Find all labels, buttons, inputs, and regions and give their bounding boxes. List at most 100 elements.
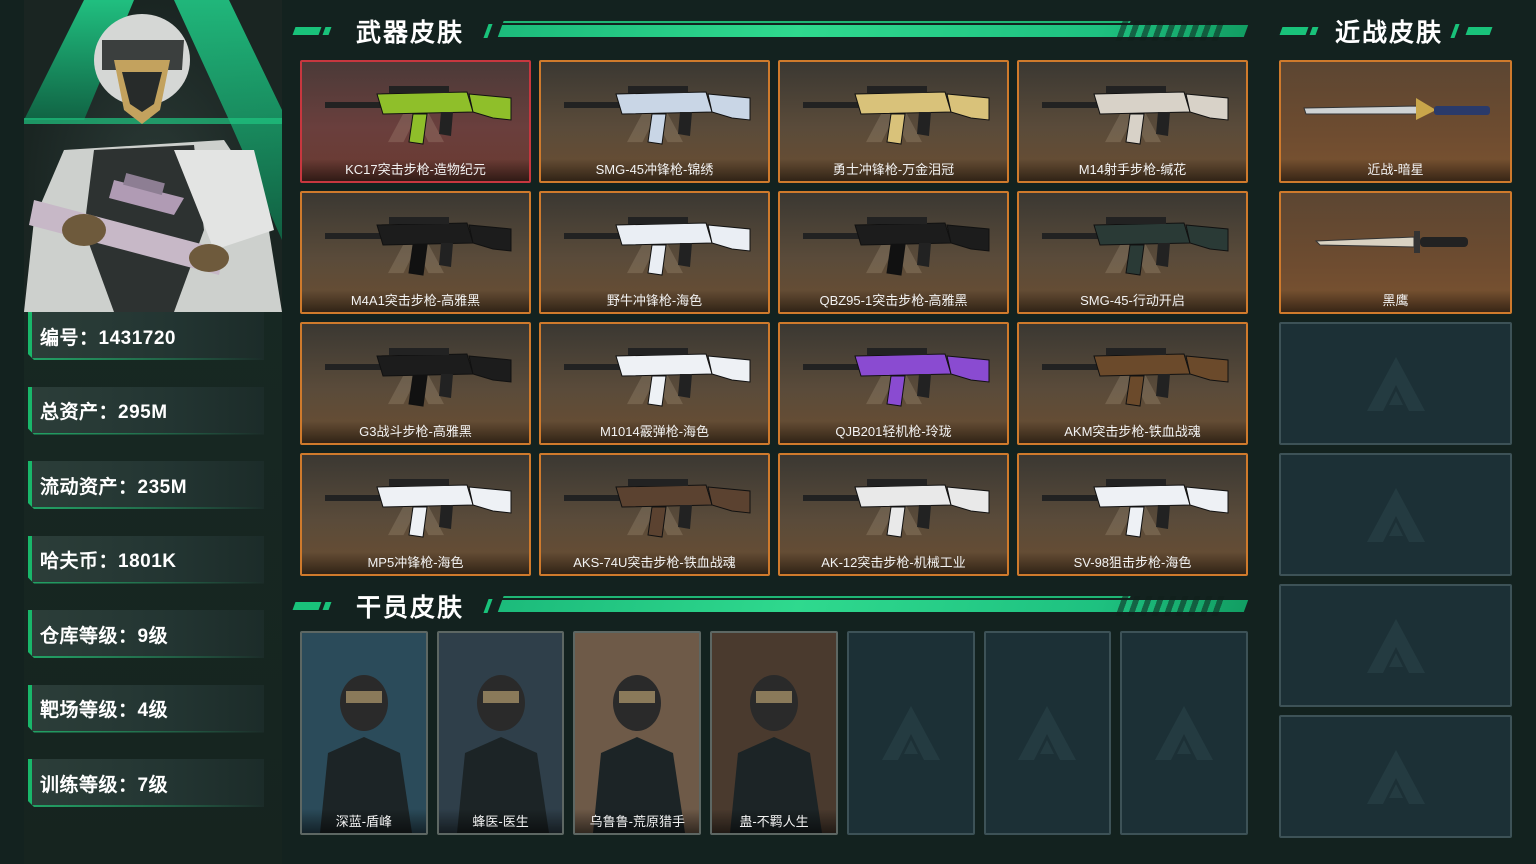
weapon-skin-card[interactable]: 勇士冲锋枪-万金泪冠 [778,60,1009,183]
header-decoration [1279,27,1319,35]
weapon-skin-name: SMG-45冲锋枪-锦绣 [541,159,768,181]
weapon-skins-header: 武器皮肤 [292,13,1249,49]
stat-range-level-text: 靶场等级：4级 [40,700,169,721]
weapon-skins-title: 武器皮肤 [356,19,465,47]
weapon-skin-name: 野牛冲锋枪-海色 [541,290,768,312]
rifle-icon [325,86,512,145]
sniper-rifle-icon [1042,479,1229,538]
stat-liquid-assets: 流动资产：235M [28,461,264,509]
lmg-icon [803,348,990,407]
smg-icon [564,86,751,145]
header-line [497,25,1249,37]
stat-range-level: 靶场等级：4级 [28,685,264,733]
operator-empty-slot [983,631,1112,835]
stat-id: 编号：1431720 [28,312,264,360]
brand-watermark-icon [1366,618,1425,673]
weapon-skin-name: SMG-45-行动开启 [1019,290,1246,312]
stat-currency-text: 哈夫币：1801K [40,551,177,572]
header-line [497,600,1249,612]
melee-skin-name: 近战-暗星 [1281,159,1510,181]
weapon-skin-name: SV-98狙击步枪-海色 [1019,552,1246,574]
operator-skin-row: 深蓝-盾峰 蜂医-医生 乌鲁鲁-荒原猎手 蛊-不羁人生 [300,631,1249,835]
weapon-skin-name: M14射手步枪-缄花 [1019,159,1246,181]
brand-watermark-icon [881,706,940,760]
melee-skin-column: 近战-暗星黑鹰 [1279,60,1512,838]
smg-icon [325,479,512,538]
brand-watermark-icon [1018,706,1077,760]
melee-skins-header: 近战皮肤 [1279,13,1509,49]
brand-watermark-icon [1366,749,1425,804]
weapon-skin-card[interactable]: QJB201轻机枪-玲珑 [778,322,1009,445]
weapon-skin-card[interactable]: SMG-45冲锋枪-锦绣 [539,60,770,183]
shotgun-icon [564,348,751,407]
weapon-skin-card[interactable]: SV-98狙击步枪-海色 [1017,453,1248,576]
weapon-skin-name: KC17突击步枪-造物纪元 [302,159,529,181]
smg-icon [1042,217,1229,276]
operator-skin-card[interactable]: 深蓝-盾峰 [300,631,428,835]
rifle-icon [1042,348,1229,407]
stat-liquid-assets-text: 流动资产：235M [40,476,188,498]
operator-portrait-icon [302,633,426,833]
melee-empty-slot [1279,715,1512,838]
header-decoration [292,602,332,610]
stat-training-level: 训练等级：7级 [28,759,264,807]
stat-warehouse-level: 仓库等级：9级 [28,610,264,658]
weapon-skin-card[interactable]: SMG-45-行动开启 [1017,191,1248,314]
operator-skins-header: 干员皮肤 [292,588,1249,624]
player-avatar [24,0,282,312]
stat-total-assets: 总资产：295M [28,387,264,435]
operator-skin-name: 蜂医-医生 [438,809,563,833]
smg-icon [564,217,751,276]
weapon-skin-name: G3战斗步枪-高雅黑 [302,421,529,443]
weapon-skin-name: AKM突击步枪-铁血战魂 [1019,421,1246,443]
weapon-skin-card[interactable]: AKM突击步枪-铁血战魂 [1017,322,1248,445]
weapon-skin-card[interactable]: 野牛冲锋枪-海色 [539,191,770,314]
weapon-skin-name: QBZ95-1突击步枪-高雅黑 [780,290,1007,312]
header-decoration [292,27,332,35]
weapon-skin-card[interactable]: G3战斗步枪-高雅黑 [300,322,531,445]
brand-watermark-icon [1155,706,1214,760]
weapon-skin-name: M4A1突击步枪-高雅黑 [302,290,529,312]
weapon-skin-card[interactable]: AKS-74U突击步枪-铁血战魂 [539,453,770,576]
rifle-icon [325,217,512,276]
operator-skin-card[interactable]: 乌鲁鲁-荒原猎手 [573,631,702,835]
weapon-skin-name: M1014霰弹枪-海色 [541,421,768,443]
melee-empty-slot [1279,584,1512,707]
weapon-skin-grid: KC17突击步枪-造物纪元 SMG-45冲锋枪-锦绣 勇士冲锋枪-万金泪冠 M14射手… [300,60,1248,576]
weapon-skin-name: AKS-74U突击步枪-铁血战魂 [541,552,768,574]
brand-watermark-icon [1366,356,1425,411]
bullpup-rifle-icon [803,217,990,276]
stat-total-assets-text: 总资产：295M [40,402,168,423]
weapon-skin-card[interactable]: M14射手步枪-缄花 [1017,60,1248,183]
weapon-skin-card[interactable]: KC17突击步枪-造物纪元 [300,60,531,183]
melee-skin-card[interactable]: 黑鹰 [1279,191,1512,314]
profile-panel: 编号：1431720 总资产：295M 流动资产：235M 哈夫币：1801K … [24,0,282,864]
operator-empty-slot [1120,631,1249,835]
weapon-skin-name: MP5冲锋枪-海色 [302,552,529,574]
stat-training-level-text: 训练等级：7级 [40,774,169,796]
weapon-skin-card[interactable]: MP5冲锋枪-海色 [300,453,531,576]
operator-skin-name: 乌鲁鲁-荒原猎手 [575,809,700,833]
operator-skin-name: 蛊-不羁人生 [712,809,836,833]
stat-currency: 哈夫币：1801K [28,536,264,584]
operator-portrait-icon [712,633,836,833]
knife-icon [1314,231,1468,253]
melee-empty-slot [1279,322,1512,445]
weapon-skin-name: 勇士冲锋枪-万金泪冠 [780,159,1007,181]
weapon-skin-card[interactable]: AK-12突击步枪-机械工业 [778,453,1009,576]
marksman-rifle-icon [1042,86,1229,145]
melee-empty-slot [1279,453,1512,576]
operator-skin-card[interactable]: 蛊-不羁人生 [710,631,838,835]
weapon-skin-card[interactable]: M1014霰弹枪-海色 [539,322,770,445]
operator-portrait-icon [438,633,563,833]
weapon-skin-card[interactable]: M4A1突击步枪-高雅黑 [300,191,531,314]
melee-skin-card[interactable]: 近战-暗星 [1279,60,1512,183]
operator-skin-card[interactable]: 蜂医-医生 [436,631,565,835]
rifle-icon [325,348,512,407]
stat-warehouse-level-text: 仓库等级：9级 [40,625,169,647]
weapon-skin-card[interactable]: QBZ95-1突击步枪-高雅黑 [778,191,1009,314]
weapon-skin-name: QJB201轻机枪-玲珑 [780,421,1007,443]
weapon-skin-name: AK-12突击步枪-机械工业 [780,552,1007,574]
operator-empty-slot [846,631,975,835]
operator-skin-name: 深蓝-盾峰 [302,809,426,833]
